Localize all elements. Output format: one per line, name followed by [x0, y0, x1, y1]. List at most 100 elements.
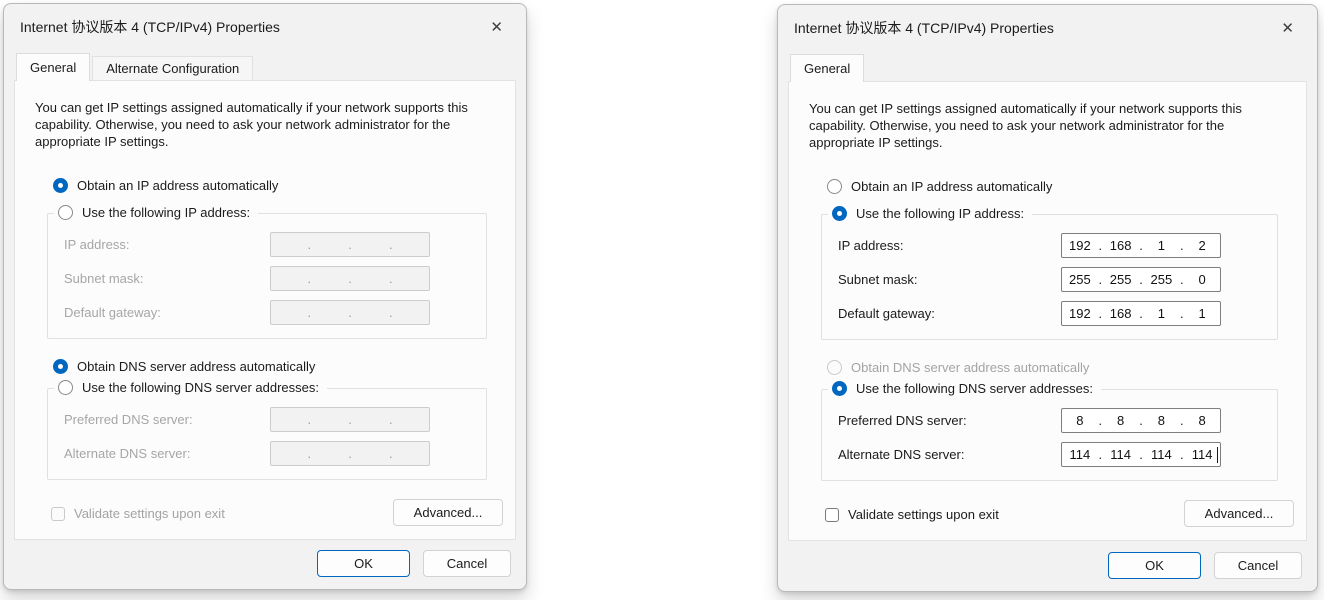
ok-button[interactable]: OK: [317, 550, 410, 577]
tab-strip: General Alternate Configuration: [4, 50, 526, 81]
radio-use-dns-icon[interactable]: [832, 381, 847, 396]
alternate-dns-row: Alternate DNS server: ...: [64, 441, 430, 466]
tab-alternate-configuration[interactable]: Alternate Configuration: [92, 56, 254, 80]
octet: 114: [1191, 447, 1213, 462]
ip-address-row: IP address: ...: [64, 232, 430, 257]
octet: 8: [1198, 413, 1206, 428]
octet-separator: .: [348, 412, 352, 427]
default-gateway-input[interactable]: ...: [270, 300, 430, 325]
octet: 192: [1069, 238, 1091, 253]
dialog-title: Internet 协议版本 4 (TCP/IPv4) Properties: [794, 20, 1054, 36]
text-caret: [1217, 447, 1218, 463]
subnet-mask-input[interactable]: 255. 255. 255. 0: [1061, 267, 1221, 292]
ipv4-properties-dialog-static: Internet 协议版本 4 (TCP/IPv4) Properties ✕ …: [777, 4, 1318, 592]
validate-settings-label: Validate settings upon exit: [848, 507, 999, 522]
tab-page-general: You can get IP settings assigned automat…: [788, 81, 1307, 541]
octet: 1: [1198, 306, 1206, 321]
default-gateway-row: Default gateway: 192. 168. 1. 1: [838, 301, 1221, 326]
ip-address-row: IP address: 192. 168. 1. 2: [838, 233, 1221, 258]
octet: 168: [1109, 306, 1132, 321]
octet-separator: .: [348, 446, 352, 461]
octet: 8: [1076, 413, 1084, 428]
ipv4-properties-dialog-auto: Internet 协议版本 4 (TCP/IPv4) Properties ✕ …: [3, 3, 527, 590]
radio-row-use-dns[interactable]: Use the following DNS server addresses:: [54, 380, 327, 395]
dialog-footer: OK Cancel: [4, 538, 526, 589]
octet-separator: .: [388, 412, 393, 427]
radio-row-obtain-ip-auto[interactable]: Obtain an IP address automatically: [53, 178, 505, 193]
ip-address-label: IP address:: [838, 238, 904, 253]
radio-obtain-ip-auto-icon[interactable]: [827, 179, 842, 194]
default-gateway-input[interactable]: 192. 168. 1. 1: [1061, 301, 1221, 326]
alternate-dns-label: Alternate DNS server:: [838, 447, 965, 462]
tab-general[interactable]: General: [790, 54, 865, 82]
radio-use-dns-label: Use the following DNS server addresses:: [856, 381, 1093, 396]
radio-obtain-dns-auto-label: Obtain DNS server address automatically: [851, 360, 1090, 375]
preferred-dns-input[interactable]: ...: [270, 407, 430, 432]
octet-separator: .: [307, 446, 312, 461]
octet-separator: .: [307, 305, 312, 320]
tab-general[interactable]: General: [16, 53, 91, 81]
advanced-button[interactable]: Advanced...: [393, 499, 503, 526]
octet: 255: [1150, 272, 1173, 287]
radio-use-ip-icon[interactable]: [832, 206, 847, 221]
octet-separator: .: [388, 446, 393, 461]
octet: 1: [1157, 238, 1165, 253]
radio-obtain-dns-auto-icon[interactable]: [827, 360, 842, 375]
radio-row-use-ip[interactable]: Use the following IP address:: [828, 206, 1033, 221]
ip-address-group: Use the following IP address: IP address…: [821, 206, 1278, 340]
subnet-mask-row: Subnet mask: ...: [64, 266, 430, 291]
radio-use-ip-icon[interactable]: [58, 205, 73, 220]
subnet-mask-row: Subnet mask: 255. 255. 255. 0: [838, 267, 1221, 292]
octet: 114: [1069, 447, 1091, 462]
octet-separator: .: [348, 237, 352, 252]
octet-separator: .: [388, 305, 393, 320]
preferred-dns-input[interactable]: 8.8.8.8: [1061, 408, 1221, 433]
radio-use-ip-label: Use the following IP address:: [856, 206, 1025, 221]
octet-separator: .: [388, 271, 393, 286]
description-text: You can get IP settings assigned automat…: [35, 100, 468, 149]
default-gateway-label: Default gateway:: [64, 305, 161, 320]
ip-address-input[interactable]: ...: [270, 232, 430, 257]
radio-row-obtain-ip-auto[interactable]: Obtain an IP address automatically: [827, 179, 1296, 194]
validate-settings-checkbox[interactable]: [51, 506, 65, 521]
radio-row-obtain-dns-auto[interactable]: Obtain DNS server address automatically: [53, 359, 505, 374]
octet-separator: .: [307, 271, 312, 286]
octet-separator: .: [348, 305, 352, 320]
close-icon[interactable]: ✕: [484, 16, 509, 39]
radio-use-dns-label: Use the following DNS server addresses:: [82, 380, 319, 395]
ip-address-label: IP address:: [64, 237, 130, 252]
validate-settings-checkbox[interactable]: [825, 507, 839, 522]
octet: 114: [1110, 447, 1131, 462]
dialog-title: Internet 协议版本 4 (TCP/IPv4) Properties: [20, 19, 280, 35]
octet-separator: .: [348, 271, 352, 286]
alternate-dns-label: Alternate DNS server:: [64, 446, 191, 461]
radio-row-obtain-dns-auto[interactable]: Obtain DNS server address automatically: [827, 360, 1296, 375]
radio-obtain-dns-auto-icon[interactable]: [53, 359, 68, 374]
octet: 168: [1109, 238, 1132, 253]
dns-server-group: Use the following DNS server addresses: …: [821, 381, 1278, 481]
ip-address-group: Use the following IP address: IP address…: [47, 205, 487, 339]
alternate-dns-input[interactable]: ...: [270, 441, 430, 466]
dialog-footer: OK Cancel: [778, 540, 1317, 591]
subnet-mask-input[interactable]: ...: [270, 266, 430, 291]
radio-row-use-ip[interactable]: Use the following IP address:: [54, 205, 259, 220]
octet: 1: [1157, 306, 1165, 321]
octet-separator: .: [307, 237, 312, 252]
cancel-button[interactable]: Cancel: [1214, 552, 1302, 579]
octet: 8: [1117, 413, 1125, 428]
alternate-dns-input[interactable]: 114. 114. 114. 114: [1061, 442, 1221, 467]
octet: 2: [1198, 238, 1206, 253]
cancel-button[interactable]: Cancel: [423, 550, 511, 577]
octet: 8: [1157, 413, 1165, 428]
octet-separator: .: [388, 237, 393, 252]
radio-row-use-dns[interactable]: Use the following DNS server addresses:: [828, 381, 1101, 396]
titlebar: Internet 协议版本 4 (TCP/IPv4) Properties ✕: [778, 5, 1317, 51]
advanced-button[interactable]: Advanced...: [1184, 500, 1294, 527]
tab-strip: General: [778, 51, 1317, 82]
radio-obtain-ip-auto-icon[interactable]: [53, 178, 68, 193]
ok-button[interactable]: OK: [1108, 552, 1201, 579]
ip-address-input[interactable]: 192. 168. 1. 2: [1061, 233, 1221, 258]
radio-use-dns-icon[interactable]: [58, 380, 73, 395]
close-icon[interactable]: ✕: [1275, 17, 1300, 40]
octet: 114: [1151, 447, 1172, 462]
